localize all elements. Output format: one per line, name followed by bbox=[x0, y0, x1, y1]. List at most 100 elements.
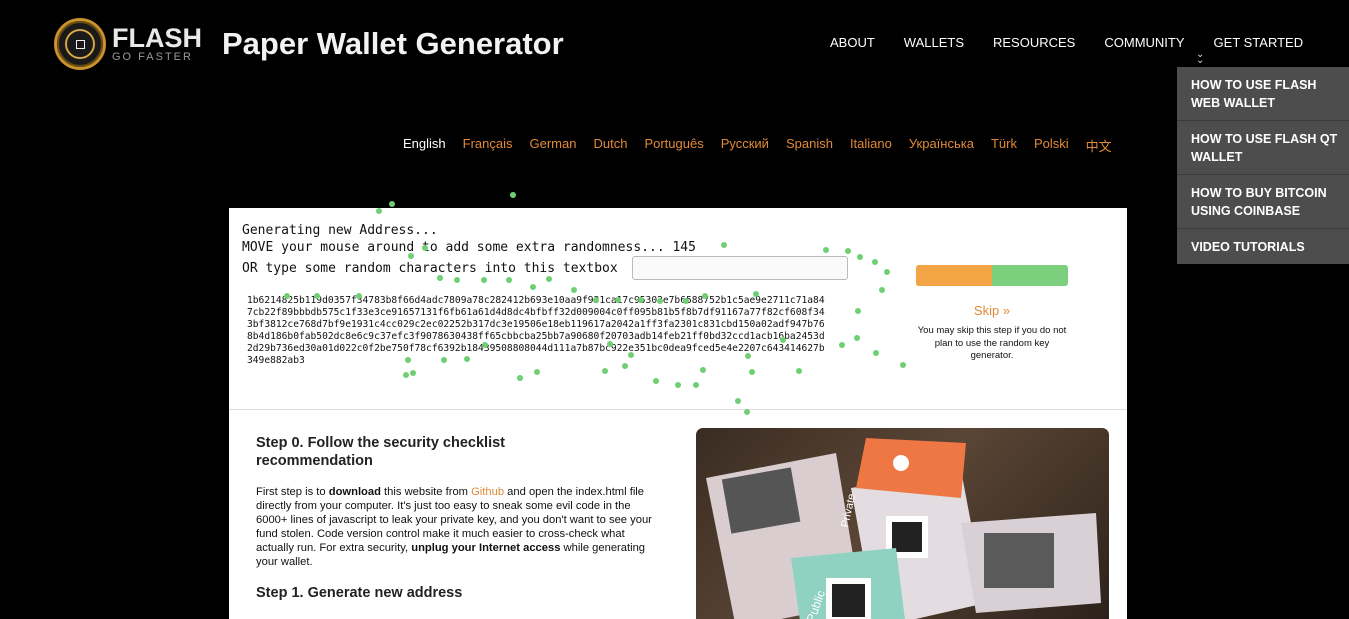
lang-polski[interactable]: Polski bbox=[1034, 136, 1069, 155]
nav-community[interactable]: COMMUNITY bbox=[1104, 35, 1184, 50]
trail-dot bbox=[823, 247, 829, 253]
chevron-double-down-icon: ⌄ ⌄ bbox=[1196, 49, 1205, 66]
trail-dot bbox=[546, 276, 552, 282]
trail-dot bbox=[683, 298, 689, 304]
trail-dot bbox=[872, 259, 878, 265]
language-selector: English Français German Dutch Português … bbox=[403, 136, 1129, 155]
trail-dot bbox=[657, 298, 663, 304]
main-nav: ABOUT WALLETS RESOURCES COMMUNITY GET ST… bbox=[830, 35, 1332, 50]
trail-dot bbox=[622, 363, 628, 369]
trail-dot bbox=[753, 291, 759, 297]
logo-tagline: GO FASTER bbox=[112, 51, 193, 63]
trail-dot bbox=[410, 370, 416, 376]
trail-dot bbox=[675, 382, 681, 388]
trail-dot bbox=[854, 335, 860, 341]
step0-paragraph: First step is to download this website f… bbox=[256, 486, 652, 568]
lang-spanish[interactable]: Spanish bbox=[786, 136, 833, 155]
trail-dot bbox=[873, 350, 879, 356]
lang-russian[interactable]: Русский bbox=[721, 136, 769, 155]
trail-dot bbox=[735, 398, 741, 404]
trail-dot bbox=[530, 284, 536, 290]
randomness-text: MOVE your mouse around to add some extra… bbox=[242, 240, 696, 255]
divider bbox=[229, 409, 1127, 410]
github-link[interactable]: Github bbox=[471, 486, 504, 498]
trail-dot bbox=[422, 245, 428, 251]
trail-dot bbox=[602, 368, 608, 374]
trail-dot bbox=[879, 287, 885, 293]
paper-wallet-photo: Private Public bbox=[696, 428, 1109, 619]
random-characters-input[interactable] bbox=[632, 256, 848, 280]
flash-coin-icon bbox=[54, 18, 106, 70]
trail-dot bbox=[749, 369, 755, 375]
trail-dot bbox=[403, 372, 409, 378]
step1-title: Step 1. Generate new address bbox=[256, 585, 463, 601]
lang-portugues[interactable]: Português bbox=[644, 136, 703, 155]
lang-ukrainian[interactable]: Українська bbox=[909, 136, 974, 155]
trail-dot bbox=[700, 367, 706, 373]
randomness-progress-bar bbox=[916, 265, 1068, 286]
trail-dot bbox=[845, 248, 851, 254]
generating-text: Generating new Address... bbox=[242, 223, 438, 238]
trail-dot bbox=[796, 368, 802, 374]
trail-dot bbox=[607, 341, 613, 347]
lang-chinese[interactable]: 中文 bbox=[1086, 136, 1112, 155]
dropdown-item-video-tutorials[interactable]: VIDEO TUTORIALS bbox=[1177, 229, 1349, 264]
nav-get-started[interactable]: GET STARTED bbox=[1214, 35, 1304, 50]
trail-dot bbox=[506, 277, 512, 283]
lang-dutch[interactable]: Dutch bbox=[593, 136, 627, 155]
site-title: Paper Wallet Generator bbox=[222, 26, 564, 61]
trail-dot bbox=[284, 293, 290, 299]
trail-dot bbox=[314, 293, 320, 299]
dropdown-item-buy-bitcoin[interactable]: HOW TO BUY BITCOIN USING COINBASE bbox=[1177, 175, 1349, 229]
textbox-instruction: OR type some random characters into this… bbox=[242, 261, 618, 276]
lang-francais[interactable]: Français bbox=[463, 136, 513, 155]
dropdown-item-qt-wallet[interactable]: HOW TO USE FLASH QT WALLET bbox=[1177, 121, 1349, 175]
trail-dot bbox=[437, 275, 443, 281]
flash-logo[interactable]: FLASH GO FASTER bbox=[54, 18, 202, 70]
get-started-dropdown: HOW TO USE FLASH WEB WALLET HOW TO USE F… bbox=[1177, 67, 1349, 264]
trail-dot bbox=[517, 375, 523, 381]
trail-dot bbox=[693, 382, 699, 388]
trail-dot bbox=[857, 254, 863, 260]
trail-dot bbox=[481, 277, 487, 283]
trail-dot bbox=[780, 337, 786, 343]
trail-dot bbox=[441, 357, 447, 363]
trail-dot bbox=[376, 208, 382, 214]
trail-dot bbox=[571, 287, 577, 293]
trail-dot bbox=[615, 297, 621, 303]
generator-status: Generating new Address... MOVE your mous… bbox=[242, 222, 696, 256]
trail-dot bbox=[900, 362, 906, 368]
trail-dot bbox=[744, 409, 750, 415]
lang-english[interactable]: English bbox=[403, 136, 446, 155]
lang-italiano[interactable]: Italiano bbox=[850, 136, 892, 155]
step0-title: Step 0. Follow the security checklist re… bbox=[256, 435, 505, 469]
trail-dot bbox=[884, 269, 890, 275]
progress-fill bbox=[916, 265, 992, 286]
skip-link[interactable]: Skip » bbox=[916, 303, 1068, 318]
trail-dot bbox=[839, 342, 845, 348]
trail-dot bbox=[408, 253, 414, 259]
skip-note: You may skip this step if you do not pla… bbox=[917, 325, 1067, 361]
trail-dot bbox=[464, 356, 470, 362]
lang-german[interactable]: German bbox=[530, 136, 577, 155]
main-panel: Generating new Address... MOVE your mous… bbox=[229, 208, 1127, 619]
trail-dot bbox=[638, 297, 644, 303]
nav-resources[interactable]: RESOURCES bbox=[993, 35, 1075, 50]
trail-dot bbox=[653, 378, 659, 384]
trail-dot bbox=[454, 277, 460, 283]
logo-name: FLASH bbox=[112, 23, 202, 53]
trail-dot bbox=[534, 369, 540, 375]
trail-dot bbox=[482, 342, 488, 348]
lang-turk[interactable]: Türk bbox=[991, 136, 1017, 155]
trail-dot bbox=[593, 297, 599, 303]
trail-dot bbox=[702, 293, 708, 299]
trail-dot bbox=[405, 357, 411, 363]
nav-about[interactable]: ABOUT bbox=[830, 35, 875, 50]
dropdown-item-web-wallet[interactable]: HOW TO USE FLASH WEB WALLET bbox=[1177, 67, 1349, 121]
trail-dot bbox=[721, 242, 727, 248]
trail-dot bbox=[855, 308, 861, 314]
trail-dot bbox=[510, 192, 516, 198]
nav-wallets[interactable]: WALLETS bbox=[904, 35, 964, 50]
trail-dot bbox=[356, 293, 362, 299]
entropy-hex: 1b6214825b119d0357f34783b8f66d4adc7809a7… bbox=[247, 295, 825, 366]
